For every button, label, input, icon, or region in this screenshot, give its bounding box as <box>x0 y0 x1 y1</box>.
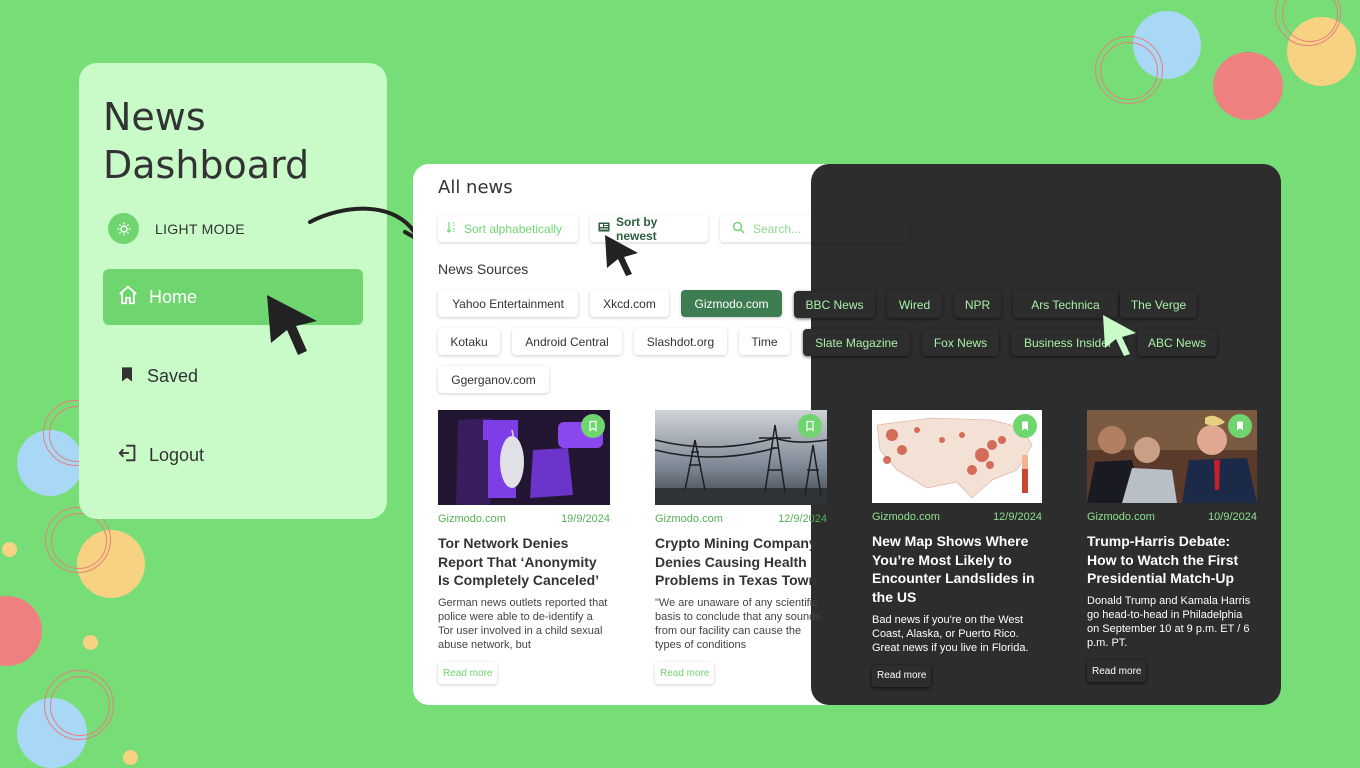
article-source: Gizmodo.com <box>1087 511 1155 523</box>
logout-icon <box>117 442 139 469</box>
search-field[interactable] <box>720 215 910 242</box>
sort-alphabetically-button[interactable]: 12 Sort alphabetically <box>438 215 578 242</box>
article-image <box>872 410 1042 503</box>
read-more-button[interactable]: Read more <box>872 664 932 687</box>
article-meta: Gizmodo.com 10/9/2024 <box>1087 511 1257 523</box>
mouse-cursor-icon <box>605 235 638 276</box>
article-card: Gizmodo.com 19/9/2024 Tor Network Denies… <box>438 410 610 685</box>
home-icon <box>117 284 139 311</box>
source-chip[interactable]: Xkcd.com <box>590 290 669 317</box>
article-image <box>438 410 610 505</box>
article-meta: Gizmodo.com 12/9/2024 <box>655 513 827 525</box>
curved-arrow-icon <box>308 206 425 242</box>
source-chip[interactable]: Time <box>739 328 790 355</box>
app-title: News Dashboard <box>103 95 310 187</box>
article-card: Gizmodo.com 12/9/2024 Crypto Mining Comp… <box>655 410 827 685</box>
article-meta: Gizmodo.com 19/9/2024 <box>438 513 610 525</box>
bookmark-button[interactable] <box>581 414 605 438</box>
news-sources-title: News Sources <box>438 261 529 277</box>
article-description: Donald Trump and Kamala Harris go head-t… <box>1087 595 1251 650</box>
bookmark-button[interactable] <box>1013 414 1037 438</box>
read-more-button[interactable]: Read more <box>655 662 715 685</box>
article-date: 10/9/2024 <box>1208 511 1257 523</box>
article-title[interactable]: New Map Shows Where You’re Most Likely t… <box>872 532 1042 607</box>
theme-toggle[interactable]: LIGHT MODE <box>108 213 245 244</box>
read-more-button[interactable]: Read more <box>438 662 498 685</box>
decor-dot <box>83 635 98 650</box>
search-input[interactable] <box>753 221 893 236</box>
source-chip[interactable]: Yahoo Entertainment <box>438 290 578 317</box>
article-date: 12/9/2024 <box>993 511 1042 523</box>
decor-ring <box>51 513 107 569</box>
decor-dot <box>2 542 17 557</box>
decor-circle <box>1213 52 1283 120</box>
article-card: Gizmodo.com 10/9/2024 Trump-Harris Debat… <box>1087 410 1257 683</box>
sidebar-card: News Dashboard LIGHT MODE Home Saved Log… <box>79 63 387 519</box>
article-description: Bad news if you're on the West Coast, Al… <box>872 613 1029 654</box>
article-source: Gizmodo.com <box>438 513 506 525</box>
source-chip[interactable]: Android Central <box>512 328 622 355</box>
article-title[interactable]: Crypto Mining Company Denies Causing Hea… <box>655 534 827 590</box>
article-meta: Gizmodo.com 12/9/2024 <box>872 511 1042 523</box>
sidebar-item-saved[interactable]: Saved <box>103 348 363 404</box>
source-chip[interactable]: BBC News <box>794 291 875 318</box>
article-card: Gizmodo.com 12/9/2024 New Map Shows Wher… <box>872 410 1042 687</box>
sidebar-item-label: Saved <box>147 365 199 386</box>
sidebar-item-label: Home <box>149 286 198 307</box>
svg-text:2: 2 <box>453 228 456 233</box>
page-title: All news <box>438 177 513 198</box>
sort-alphabetically-label: Sort alphabetically <box>464 221 563 236</box>
article-source: Gizmodo.com <box>872 511 940 523</box>
decor-circle <box>0 596 42 666</box>
source-chip[interactable]: Ggerganov.com <box>438 366 549 393</box>
bookmark-button[interactable] <box>1228 414 1252 438</box>
article-date: 19/9/2024 <box>561 513 610 525</box>
search-icon <box>732 221 745 237</box>
article-title[interactable]: Trump-Harris Debate: How to Watch the Fi… <box>1087 532 1257 588</box>
sidebar-item-home[interactable]: Home <box>103 269 363 325</box>
decor-dot <box>123 750 138 765</box>
bookmark-button[interactable] <box>798 414 822 438</box>
article-date: 12/9/2024 <box>778 513 827 525</box>
article-description: "We are unaware of any scientific basis … <box>655 597 821 652</box>
sort-alpha-icon: 12 <box>446 221 458 236</box>
source-chip-active[interactable]: Gizmodo.com <box>681 290 782 317</box>
article-title[interactable]: Tor Network Denies Report That ‘Anonymit… <box>438 534 610 590</box>
sidebar-item-logout[interactable]: Logout <box>103 427 363 483</box>
article-image <box>655 410 827 505</box>
article-description: German news outlets reported that police… <box>438 597 608 652</box>
source-chip[interactable]: Wired <box>887 291 942 318</box>
decor-ring <box>50 676 110 736</box>
bookmark-icon <box>117 364 137 389</box>
source-chip[interactable]: NPR <box>954 291 1001 318</box>
article-image <box>1087 410 1257 503</box>
mouse-cursor-icon <box>267 295 317 355</box>
read-more-button[interactable]: Read more <box>1087 660 1147 683</box>
decor-ring <box>1100 42 1158 100</box>
source-chip[interactable]: Slate Magazine <box>803 329 910 356</box>
source-chip[interactable]: Kotaku <box>438 328 500 355</box>
theme-toggle-label: LIGHT MODE <box>155 220 245 237</box>
source-chip[interactable]: Slashdot.org <box>634 328 727 355</box>
source-chip[interactable]: Fox News <box>922 329 999 356</box>
mouse-cursor-icon <box>1103 315 1136 356</box>
sun-icon <box>108 213 139 244</box>
sidebar-item-label: Logout <box>149 444 205 465</box>
article-source: Gizmodo.com <box>655 513 723 525</box>
source-chip[interactable]: ABC News <box>1137 329 1217 356</box>
